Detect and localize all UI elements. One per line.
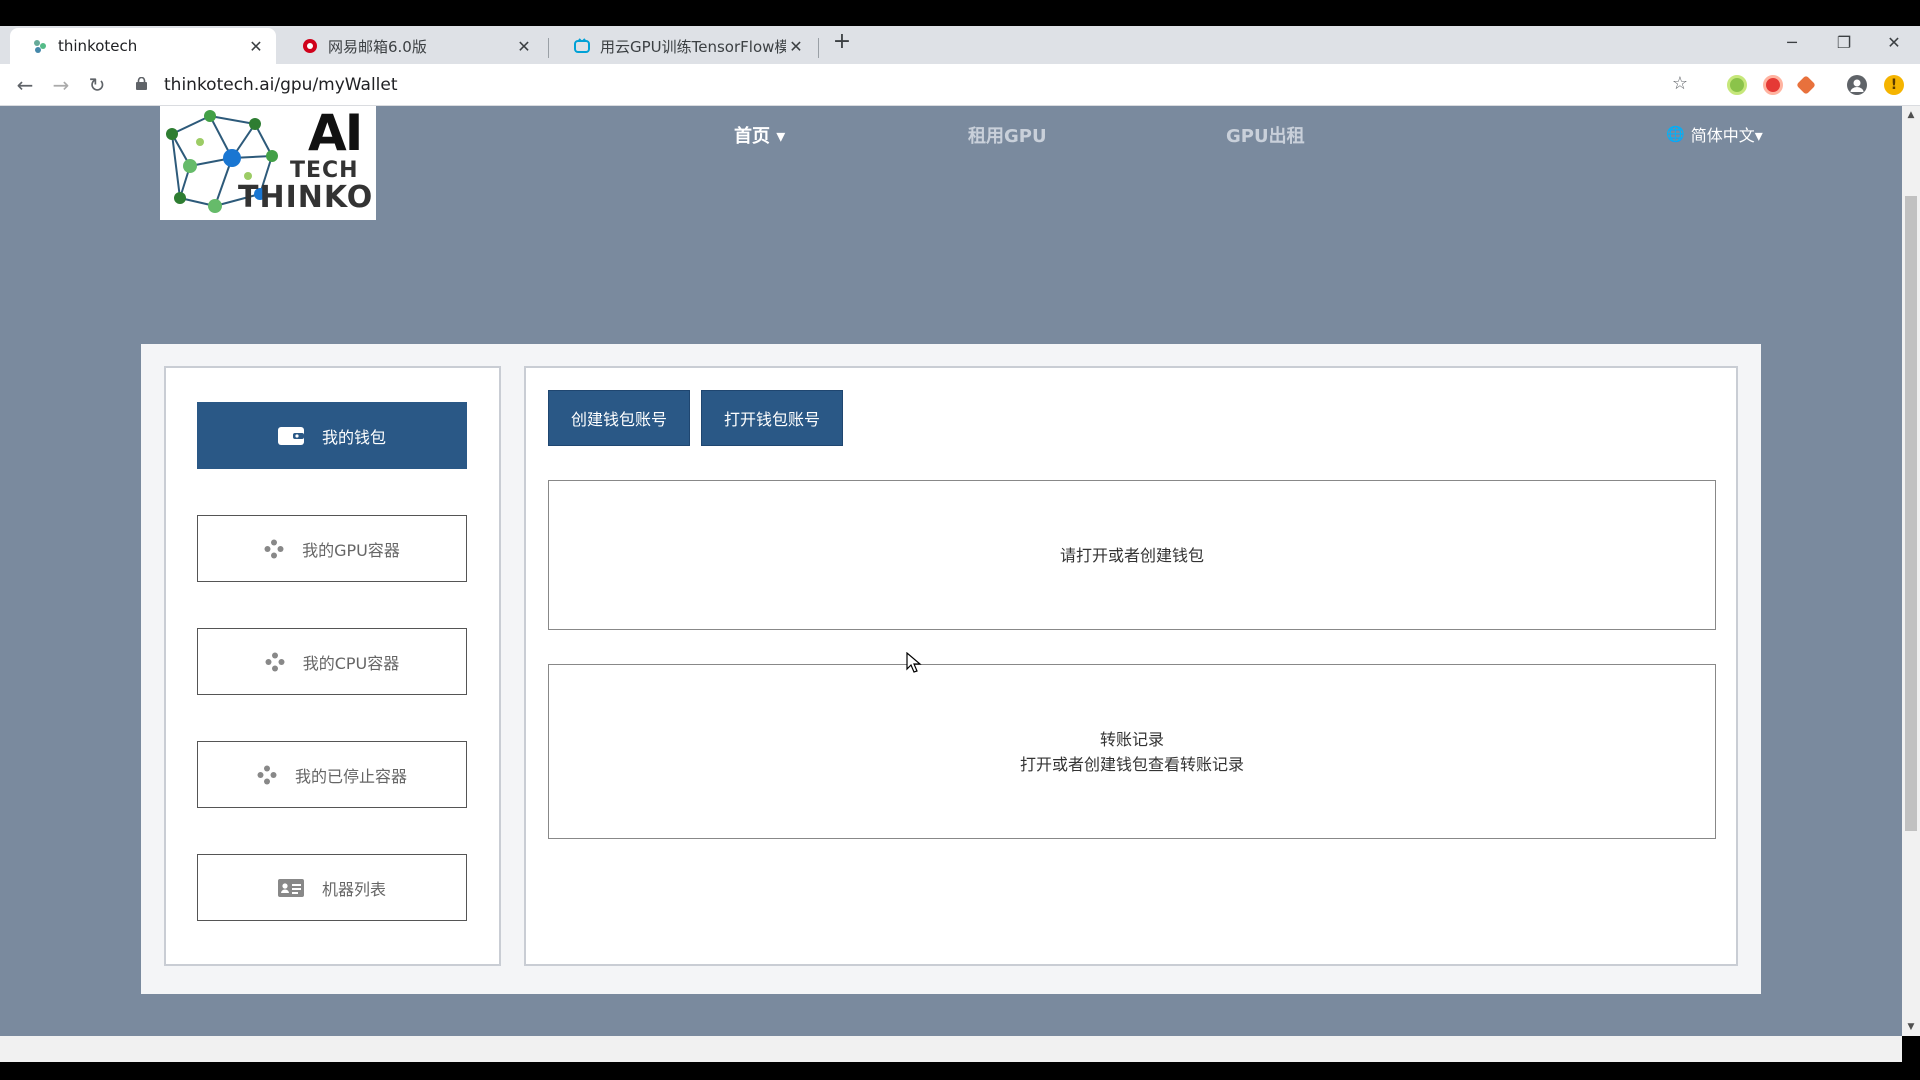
tab-divider: [818, 38, 819, 58]
minimize-icon[interactable]: ─: [1770, 28, 1814, 58]
open-wallet-button[interactable]: 打开钱包账号: [701, 390, 843, 446]
create-wallet-button[interactable]: 创建钱包账号: [548, 390, 690, 446]
nav-home[interactable]: 首页 ▾: [734, 122, 785, 148]
forward-arrow-icon[interactable]: →: [46, 70, 76, 100]
transfer-records-hint: 打开或者创建钱包查看转账记录: [1019, 754, 1244, 774]
globe-icon: 🌐: [1666, 125, 1685, 143]
wallet-main-panel: 创建钱包账号 打开钱包账号 请打开或者创建钱包 转账记录 打开或者创建钱包查看转…: [524, 366, 1738, 966]
sidebar-item-machine-list[interactable]: 机器列表: [197, 854, 467, 921]
sidebar-item-stopped-containers[interactable]: 我的已停止容器: [197, 741, 467, 808]
logo-thinko-text: THINKO: [238, 180, 374, 215]
tab-strip: thinkotech ✕ 网易邮箱6.0版 ✕ 用云GPU训练TensorFlo…: [0, 26, 1920, 64]
profile-avatar-icon[interactable]: [1847, 75, 1867, 95]
sidebar-item-label: 我的已停止容器: [294, 766, 407, 786]
cluster-icon: [264, 539, 284, 559]
sidebar-item-cpu-containers[interactable]: 我的CPU容器: [197, 628, 467, 695]
tab-divider: [548, 38, 549, 58]
update-alert-icon[interactable]: !: [1884, 75, 1904, 95]
sidebar-item-gpu-containers[interactable]: 我的GPU容器: [197, 515, 467, 582]
sidebar-item-label: 我的CPU容器: [302, 653, 400, 673]
horizontal-scroll-area: [0, 1036, 1902, 1062]
language-selector[interactable]: 🌐 简体中文▾: [1666, 122, 1763, 146]
tab-title: 用云GPU训练TensorFlow模型: [600, 37, 786, 56]
vertical-scrollbar[interactable]: ▲ ▼: [1902, 106, 1920, 1036]
web-page: AI TECH THINKO 首页 ▾ 租用GPU GPU出租 🌐 简体中文▾ …: [0, 106, 1902, 1036]
new-tab-button[interactable]: +: [830, 30, 854, 54]
scroll-down-arrow-icon[interactable]: ▼: [1902, 1022, 1920, 1032]
browser-toolbar: ← → ↻ thinkotech.ai/gpu/myWallet ☆ !: [0, 64, 1920, 106]
close-icon[interactable]: ✕: [786, 37, 806, 56]
restore-icon[interactable]: ❐: [1822, 28, 1866, 58]
sidebar-item-label: 机器列表: [321, 879, 386, 899]
close-icon[interactable]: ✕: [246, 37, 266, 56]
bookmark-star-icon[interactable]: ☆: [1672, 73, 1688, 94]
tab-title: 网易邮箱6.0版: [328, 37, 427, 56]
tab-tensorflow-article[interactable]: 用云GPU训练TensorFlow模型 ✕: [552, 28, 816, 64]
url-text: thinkotech.ai/gpu/myWallet: [164, 75, 398, 95]
close-icon[interactable]: ✕: [514, 37, 534, 56]
wallet-info-panel: 请打开或者创建钱包: [548, 480, 1716, 630]
transfer-records-title: 转账记录: [1099, 729, 1164, 749]
tab-title: thinkotech: [58, 37, 138, 55]
back-arrow-icon[interactable]: ←: [10, 70, 40, 100]
extension-fox-icon[interactable]: [1796, 75, 1816, 95]
nav-rent-gpu[interactable]: 租用GPU: [968, 122, 1047, 148]
cluster-icon: [257, 765, 277, 785]
tab-thinkotech[interactable]: thinkotech ✕: [10, 28, 276, 64]
wallet-icon: [277, 426, 304, 446]
sidebar: 我的钱包 我的GPU容器 我的CPU容器 我的已停止容器 机器列表: [164, 366, 501, 966]
netease-favicon-icon: [302, 38, 318, 54]
wallet-prompt-text: 请打开或者创建钱包: [1059, 545, 1204, 565]
lock-icon: [136, 76, 154, 93]
tab-netease-mail[interactable]: 网易邮箱6.0版 ✕: [280, 28, 544, 64]
screen: thinkotech ✕ 网易邮箱6.0版 ✕ 用云GPU训练TensorFlo…: [0, 0, 1920, 1080]
sidebar-item-label: 我的钱包: [321, 427, 386, 447]
scrollbar-thumb[interactable]: [1905, 196, 1917, 831]
reload-icon[interactable]: ↻: [82, 70, 112, 100]
thinkotech-favicon-icon: [32, 38, 48, 54]
sidebar-item-my-wallet[interactable]: 我的钱包: [197, 402, 467, 469]
extension-red-icon[interactable]: [1763, 75, 1783, 95]
logo-ai-text: AI: [308, 106, 363, 162]
nav-lease-gpu[interactable]: GPU出租: [1226, 122, 1305, 148]
window-close-icon[interactable]: ✕: [1872, 28, 1916, 58]
address-bar[interactable]: thinkotech.ai/gpu/myWallet ☆: [124, 68, 1704, 102]
thinko-logo[interactable]: AI TECH THINKO: [160, 106, 376, 220]
transfer-records-panel: 转账记录 打开或者创建钱包查看转账记录: [548, 664, 1716, 839]
scroll-up-arrow-icon[interactable]: ▲: [1902, 110, 1920, 120]
id-card-icon: [277, 878, 304, 898]
cluster-icon: [265, 652, 285, 672]
language-label: 简体中文▾: [1690, 126, 1763, 145]
sidebar-item-label: 我的GPU容器: [302, 540, 400, 560]
bilibili-favicon-icon: [574, 38, 590, 54]
content-card: 我的钱包 我的GPU容器 我的CPU容器 我的已停止容器 机器列表 创建钱包账号…: [141, 344, 1761, 994]
extension-green-icon[interactable]: [1727, 75, 1747, 95]
mouse-pointer-icon: [906, 651, 922, 678]
